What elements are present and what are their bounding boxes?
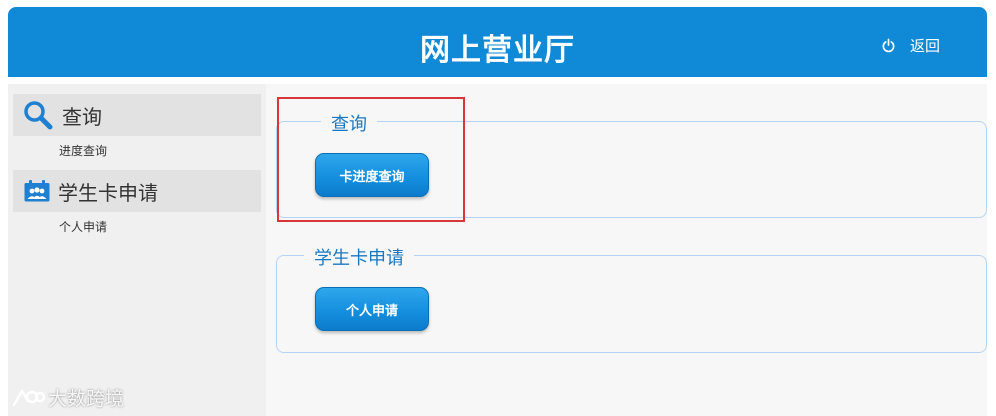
- app-window: 网上营业厅 返回 查询 进度查询 学生卡申请 个人申请 查询 卡进度查询 学生卡…: [0, 0, 996, 416]
- back-label: 返回: [910, 36, 941, 55]
- card-progress-query-button[interactable]: 卡进度查询: [315, 153, 429, 197]
- search-icon: [24, 101, 53, 130]
- group-legend: 学生卡申请: [304, 244, 414, 270]
- sidebar-section-label: 学生卡申请: [58, 180, 158, 205]
- watermark-logo-icon: [12, 389, 46, 406]
- sidebar-item-personal-apply[interactable]: 个人申请: [59, 218, 107, 235]
- main-content: 查询 卡进度查询 学生卡申请 个人申请: [266, 84, 987, 416]
- group-query: 查询 卡进度查询: [276, 110, 987, 218]
- power-icon: [882, 38, 895, 52]
- header-bar: 网上营业厅 返回: [8, 7, 987, 77]
- group-student-card: 学生卡申请 个人申请: [276, 244, 987, 353]
- watermark: 大数跨境: [10, 384, 124, 411]
- calendar-people-icon: [24, 180, 50, 202]
- sidebar-item-progress-query[interactable]: 进度查询: [59, 142, 107, 159]
- page-title: 网上营业厅: [420, 33, 575, 68]
- back-button[interactable]: 返回: [874, 33, 956, 57]
- sidebar: 查询 进度查询 学生卡申请 个人申请: [8, 84, 266, 416]
- group-legend: 查询: [321, 110, 377, 136]
- sidebar-section-label: 查询: [62, 104, 102, 129]
- sidebar-section-query[interactable]: 查询: [13, 94, 261, 136]
- personal-apply-button[interactable]: 个人申请: [315, 287, 429, 331]
- watermark-text: 大数跨境: [48, 388, 125, 410]
- sidebar-section-student-card[interactable]: 学生卡申请: [13, 170, 261, 212]
